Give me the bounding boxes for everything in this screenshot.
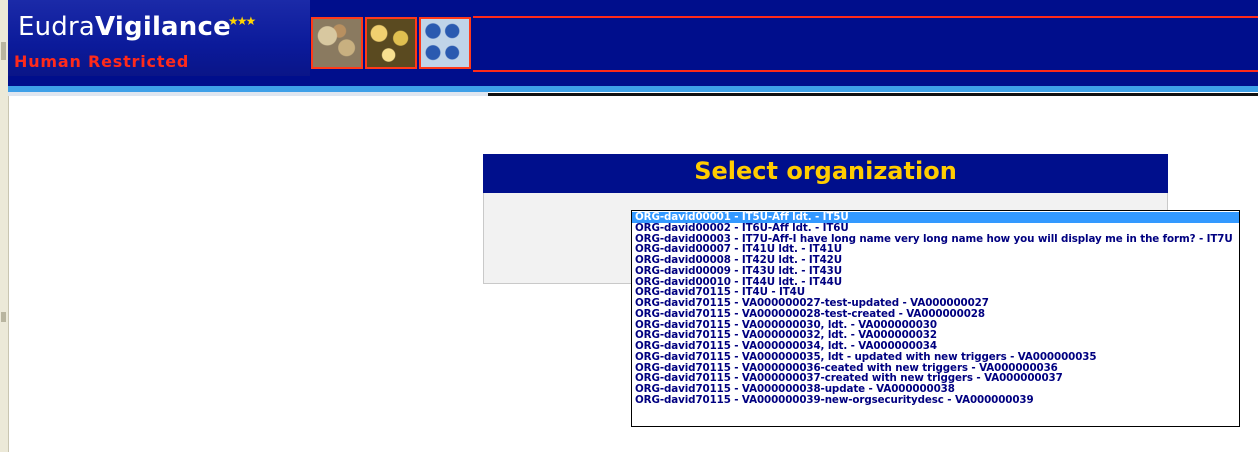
logo-subtitle: Human Restricted	[14, 52, 190, 71]
organization-option[interactable]: ORG-david70115 - VA000000034, ldt. - VA0…	[632, 341, 1239, 352]
organization-option[interactable]: ORG-david70115 - VA000000035, ldt - upda…	[632, 352, 1239, 363]
logo-part-eudra: Eudra	[18, 12, 96, 42]
organization-option[interactable]: ORG-david00007 - IT41U ldt. - IT41U	[632, 244, 1239, 255]
organization-option[interactable]: ORG-david70115 - VA000000038-update - VA…	[632, 384, 1239, 395]
organization-option[interactable]: ORG-david70115 - VA000000039-new-orgsecu…	[632, 395, 1239, 406]
organization-option[interactable]: ORG-david00001 - IT5U-Aff ldt. - IT5U	[632, 212, 1239, 223]
gutter-handle-middle	[1, 312, 6, 322]
eudravigilance-logo: EudraVigilance ★★★ Human Restricted	[8, 0, 310, 76]
organization-option[interactable]: ORG-david00002 - IT6U-Aff ldt. - IT6U	[632, 223, 1239, 234]
organization-option[interactable]: ORG-david00008 - IT42U ldt. - IT42U	[632, 255, 1239, 266]
organization-option[interactable]: ORG-david70115 - IT4U - IT4U	[632, 287, 1239, 298]
organization-option[interactable]: ORG-david00010 - IT44U ldt. - IT44U	[632, 277, 1239, 288]
logo-part-vigilance: Vigilance	[95, 12, 231, 42]
organization-option[interactable]: ORG-david70115 - VA000000028-test-create…	[632, 309, 1239, 320]
eu-stars-icon: ★★★	[228, 14, 256, 28]
organization-option[interactable]: ORG-david70115 - VA000000037-created wit…	[632, 373, 1239, 384]
organization-option[interactable]: ORG-david70115 - VA000000032, ldt. - VA0…	[632, 330, 1239, 341]
banner-line-top	[473, 16, 1258, 18]
banner-dark-band	[488, 93, 1258, 96]
organization-option[interactable]: ORG-david70115 - VA000000030, ldt. - VA0…	[632, 320, 1239, 331]
blister-pack-image-3	[419, 17, 471, 69]
banner-white-band	[8, 92, 488, 96]
organization-listbox[interactable]: ORG-david00001 - IT5U-Aff ldt. - IT5U ORG…	[631, 210, 1240, 427]
gutter-handle-top	[1, 42, 6, 60]
organization-option[interactable]: ORG-david70115 - VA000000036-ceated with…	[632, 363, 1239, 374]
organization-option[interactable]: ORG-david70115 - VA000000027-test-update…	[632, 298, 1239, 309]
panel-title: Select organization	[483, 154, 1168, 193]
capsules-image-2	[365, 17, 417, 69]
organization-option[interactable]: ORG-david00003 - IT7U-Aff-I have long na…	[632, 234, 1239, 245]
logo-text: EudraVigilance	[18, 12, 231, 42]
eudravigilance-banner: EudraVigilance ★★★ Human Restricted	[8, 0, 1258, 86]
banner-line-bottom	[473, 70, 1258, 72]
pills-image-1	[311, 17, 363, 69]
organization-option[interactable]: ORG-david00009 - IT43U ldt. - IT43U	[632, 266, 1239, 277]
